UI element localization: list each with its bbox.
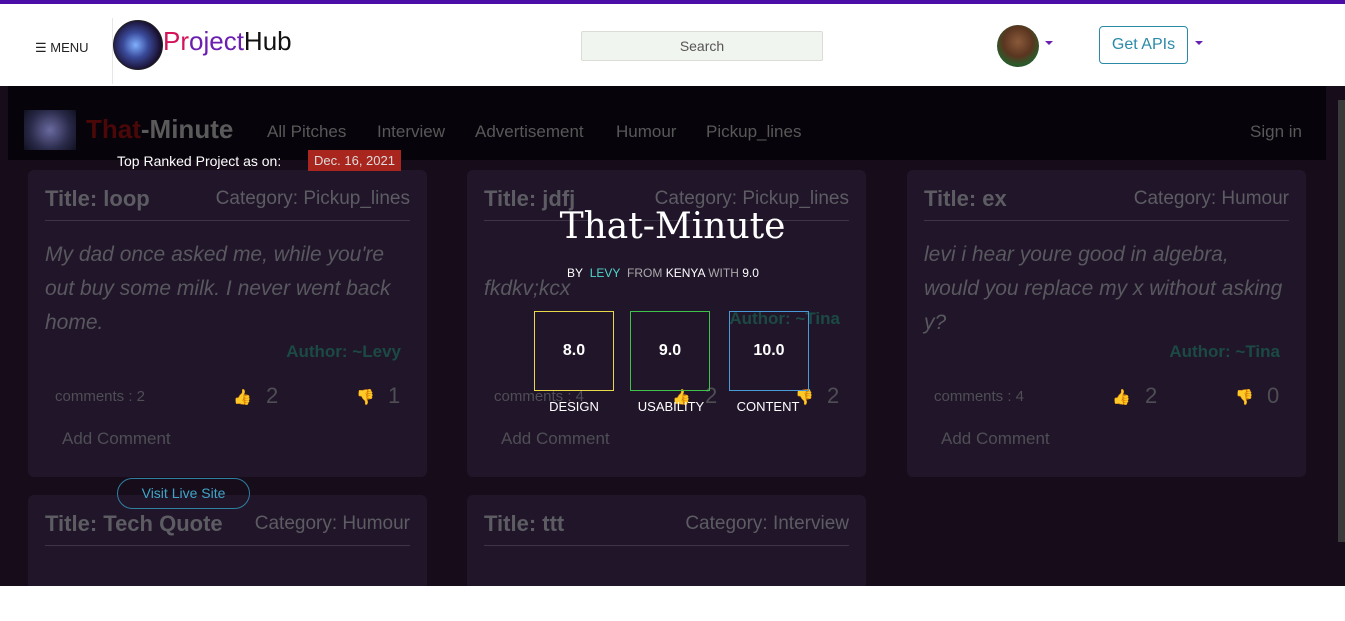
divider — [484, 545, 849, 546]
downvote-count: 2 — [827, 383, 840, 408]
menu-button[interactable]: ☰ MENU — [35, 40, 89, 56]
card-category: Category: Interview — [685, 513, 849, 534]
preview-brand-part-2: -Minute — [140, 114, 234, 144]
design-label: DESIGN — [549, 399, 599, 414]
thumbs-up-icon: 👍 — [233, 389, 252, 406]
card-body: levi i hear youre good in algebra, would… — [924, 243, 1283, 334]
preview-brand: That-Minute — [86, 114, 233, 145]
card-comments: comments : 4 — [934, 388, 1025, 405]
card-category: Category: Humour — [254, 513, 410, 534]
thumbs-up-icon: 👍 — [1112, 389, 1131, 406]
usability-label: USABILITY — [637, 399, 705, 414]
overall-score: 9.0 — [742, 266, 759, 280]
visit-live-site-button[interactable]: Visit Live Site — [117, 478, 250, 509]
preview-nav-link: Interview — [377, 122, 446, 141]
upvote-count: 2 — [1145, 383, 1158, 408]
chevron-down-icon[interactable] — [1195, 41, 1203, 45]
content-score-box: 10.0 — [729, 311, 809, 391]
thumbs-down-icon: 👎 — [1235, 389, 1254, 406]
preview-brand-part-1: That — [86, 114, 141, 144]
thumbs-down-icon: 👎 — [356, 389, 375, 406]
search-input[interactable]: Search — [581, 31, 823, 61]
brand-logo-icon[interactable] — [113, 20, 163, 70]
preview-nav-link: Pickup_lines — [706, 122, 802, 141]
project-byline: BY LEVY FROM KENYA WITH 9.0 — [567, 266, 759, 280]
top-navbar: ☰ MENU ProjectHub Search Get APIs — [0, 0, 1345, 86]
card-body: My dad once asked me, while you're out b… — [45, 243, 391, 334]
get-apis-button[interactable]: Get APIs — [1099, 26, 1188, 64]
content-label: CONTENT — [736, 399, 800, 414]
preview-logo-icon — [24, 110, 76, 150]
brand-part-2: oject — [189, 26, 244, 56]
design-score-box: 8.0 — [534, 311, 614, 391]
preview-nav-link: Humour — [616, 122, 677, 141]
chevron-down-icon[interactable] — [1045, 41, 1053, 45]
add-comment-link: Add Comment — [501, 429, 610, 448]
card-title: Title: ttt — [484, 511, 565, 536]
author-name[interactable]: LEVY — [590, 266, 621, 280]
card-author: Author: ~Tina — [1169, 342, 1280, 361]
downvote-count: 1 — [388, 383, 401, 408]
add-comment-link: Add Comment — [941, 429, 1050, 448]
date-badge: Dec. 16, 2021 — [308, 150, 401, 171]
card-comments: comments : 2 — [55, 388, 146, 405]
preview-nav-link: All Pitches — [267, 122, 347, 141]
card-title: Title: Tech Quote — [45, 511, 223, 536]
card-author: Author: ~Levy — [286, 342, 401, 361]
preview-sign-in: Sign in — [1250, 122, 1302, 141]
project-title[interactable]: That-Minute — [0, 206, 1345, 247]
usability-score-box: 9.0 — [630, 311, 710, 391]
country: KENYA — [665, 266, 705, 280]
brand-part-1: Pr — [163, 26, 189, 56]
preview-nav-link: Advertisement — [475, 122, 584, 141]
brand-part-3: Hub — [243, 26, 292, 56]
divider — [45, 545, 410, 546]
add-comment-link: Add Comment — [62, 429, 171, 448]
top-ranked-label: Top Ranked Project as on: — [117, 153, 282, 169]
brand-name[interactable]: ProjectHub — [163, 26, 292, 57]
by-label: BY — [567, 266, 584, 280]
scrollbar[interactable] — [1338, 100, 1345, 542]
downvote-count: 0 — [1267, 383, 1280, 408]
with-label: WITH — [708, 266, 739, 280]
preview-navbar: That-Minute All Pitches Interview Advert… — [8, 86, 1326, 160]
user-avatar[interactable] — [997, 25, 1039, 67]
upvote-count: 2 — [266, 383, 279, 408]
pitch-card: Title: ttt Category: Interview — [467, 495, 866, 586]
from-label: FROM — [627, 266, 663, 280]
